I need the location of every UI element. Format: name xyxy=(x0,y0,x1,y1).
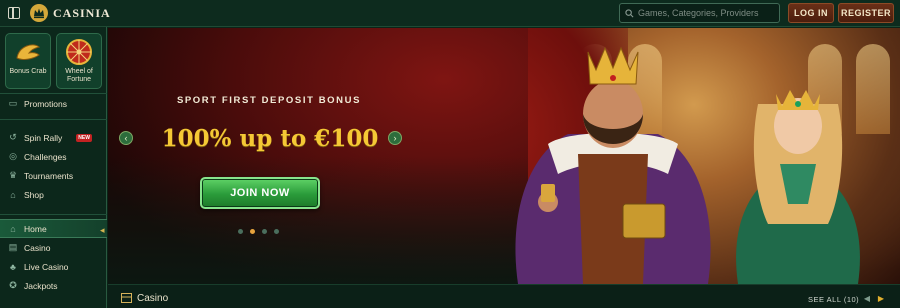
search-icon xyxy=(625,8,634,17)
carousel-dot[interactable] xyxy=(274,229,279,234)
promo-subtitle: SPORT FIRST DEPOSIT BONUS xyxy=(176,95,362,106)
bonus-crab-tile[interactable]: Bonus Crab xyxy=(5,33,51,89)
casino-icon xyxy=(121,293,132,303)
sidebar-item-home[interactable]: ⌂ Home xyxy=(0,219,107,238)
section-next-icon[interactable]: ▶ xyxy=(876,294,886,304)
top-bar: CASINIA LOG IN REGISTER xyxy=(0,0,900,27)
rally-icon: ↺ xyxy=(9,132,17,142)
section-title: Casino xyxy=(137,293,169,304)
sidebar-item-label: Casino xyxy=(24,242,51,253)
tile-label: Wheel of Fortune xyxy=(65,68,93,83)
sidebar-item-label: Challenges xyxy=(24,151,67,162)
carousel-prev-button[interactable]: ‹ xyxy=(119,131,133,145)
sidebar-item-label: Tournaments xyxy=(24,170,74,181)
logo[interactable]: CASINIA xyxy=(29,3,111,23)
carousel-dot-active[interactable] xyxy=(250,229,255,234)
fortune-wheel-icon xyxy=(66,39,92,65)
new-badge: NEW xyxy=(76,133,92,142)
queen-illustration xyxy=(736,90,860,284)
sidebar-item-live-casino[interactable]: ♣ Live Casino xyxy=(0,257,107,276)
crab-claw-icon xyxy=(16,44,41,60)
sidebar-item-label: Live Casino xyxy=(24,261,69,272)
sidebar-item-casino[interactable]: ▤ Casino xyxy=(0,238,107,257)
sidebar-item-label: Spin Rally xyxy=(24,132,63,143)
sidebar-item-tournaments[interactable]: ♛ Tournaments xyxy=(0,166,107,185)
register-button[interactable]: REGISTER xyxy=(838,3,894,23)
sidebar-item-jackpots[interactable]: ✪ Jackpots xyxy=(0,276,107,295)
wheel-of-fortune-tile[interactable]: Wheel of Fortune xyxy=(56,33,102,89)
tile-label: Bonus Crab xyxy=(9,68,47,75)
sidebar-item-label: Shop xyxy=(24,189,44,200)
sidebar-toggle-icon[interactable] xyxy=(8,7,20,19)
search-input[interactable] xyxy=(638,8,776,18)
carousel-dot[interactable] xyxy=(262,229,267,234)
sidebar-item-promotions[interactable]: ▭ Promotions xyxy=(0,94,107,113)
join-now-button[interactable]: JOIN NOW xyxy=(200,177,320,209)
jackpot-icon: ✪ xyxy=(9,280,17,290)
sidebar-item-spin-rally[interactable]: ↺ Spin Rally NEW xyxy=(0,128,107,147)
shop-icon: ⌂ xyxy=(10,189,16,200)
trophy-icon: ♛ xyxy=(8,170,18,180)
divider xyxy=(0,119,107,120)
brand-name: CASINIA xyxy=(53,5,111,20)
sidebar-item-label: Jackpots xyxy=(24,280,58,291)
login-button[interactable]: LOG IN xyxy=(788,3,834,23)
target-icon: ◎ xyxy=(9,151,17,161)
king-illustration xyxy=(515,46,711,284)
crown-logo-icon xyxy=(30,4,48,22)
sidebar-item-shop[interactable]: ⌂ Shop xyxy=(0,185,107,204)
promo-title: 100% up to €100 xyxy=(161,125,379,152)
hero-text-panel xyxy=(108,28,528,284)
sidebar-item-label: Promotions xyxy=(24,98,67,109)
home-icon: ⌂ xyxy=(10,223,16,234)
live-casino-icon: ♣ xyxy=(10,261,16,272)
section-prev-icon[interactable]: ◀ xyxy=(862,294,872,304)
casino-section-header: Casino SEE ALL (10) ◀ ▶ xyxy=(108,284,900,308)
carousel-next-button[interactable]: › xyxy=(388,131,402,145)
sidebar-item-label: Home xyxy=(24,223,47,234)
hero-banner[interactable]: SPORT FIRST DEPOSIT BONUS ‹ 100% up to €… xyxy=(108,28,900,284)
search-box[interactable] xyxy=(619,3,780,23)
gift-icon: ▭ xyxy=(8,98,18,108)
sidebar: Bonus Crab Wheel of Fortune ▭ Promotions… xyxy=(0,27,107,308)
see-all-link[interactable]: SEE ALL (10) xyxy=(808,295,859,304)
carousel-dot[interactable] xyxy=(238,229,243,234)
carousel-pagination xyxy=(238,229,279,234)
casino-icon: ▤ xyxy=(8,242,18,252)
divider xyxy=(0,214,107,215)
sidebar-item-challenges[interactable]: ◎ Challenges xyxy=(0,147,107,166)
